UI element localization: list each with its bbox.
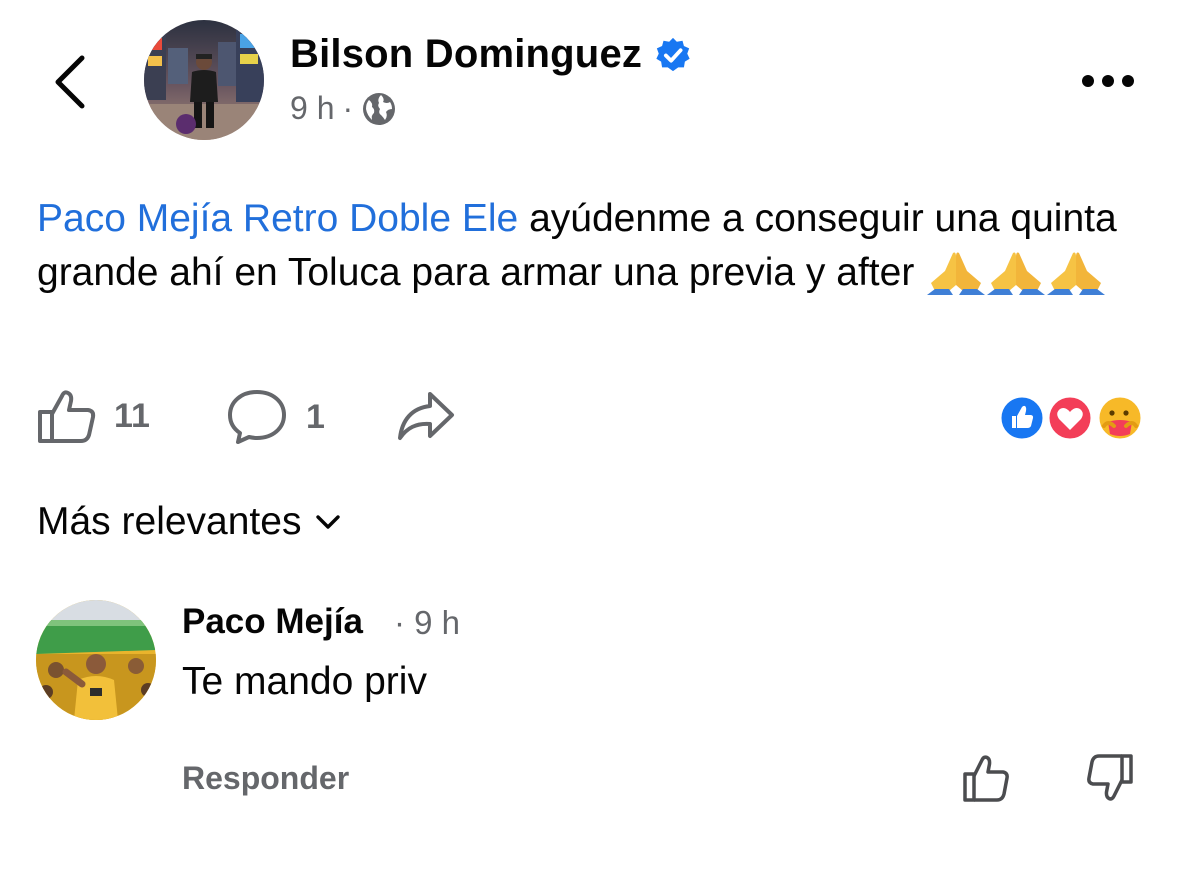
commenter-avatar[interactable] xyxy=(36,600,156,720)
author-name[interactable]: Bilson Dominguez xyxy=(290,32,642,77)
comment-text: Te mando priv xyxy=(182,660,427,703)
praying-hands-icon xyxy=(1047,252,1106,295)
share-arrow-icon xyxy=(398,392,454,440)
author-avatar[interactable] xyxy=(144,20,264,140)
sort-label: Más relevantes xyxy=(37,500,302,543)
comment-bubble-icon xyxy=(228,390,286,444)
post-author[interactable]: Bilson Dominguez xyxy=(290,32,692,77)
sort-dropdown[interactable]: Más relevantes xyxy=(37,500,341,544)
downvote-icon[interactable] xyxy=(1084,752,1134,804)
reactions-summary[interactable] xyxy=(998,394,1144,442)
meta-separator: · xyxy=(342,90,354,126)
chevron-down-icon xyxy=(316,515,341,529)
like-count: 11 xyxy=(114,396,150,435)
commenter-name[interactable]: Paco Mejía xyxy=(182,602,363,642)
more-options-icon[interactable] xyxy=(1080,66,1136,96)
upvote-icon[interactable] xyxy=(962,752,1012,804)
back-arrow-icon[interactable] xyxy=(50,52,90,112)
thumbs-up-icon xyxy=(38,390,96,443)
verified-badge-icon xyxy=(656,37,690,71)
comment-count: 1 xyxy=(306,397,325,436)
like-button[interactable]: 11 xyxy=(36,388,150,444)
praying-hands-icon xyxy=(927,252,986,295)
mention-link[interactable]: Paco Mejía Retro Doble Ele xyxy=(37,197,518,240)
post-text: Paco Mejía Retro Doble Ele ayúdenme a co… xyxy=(37,192,1137,300)
globe-icon xyxy=(363,92,396,125)
comment-time: · 9 h xyxy=(394,604,461,641)
share-button[interactable] xyxy=(396,388,456,444)
comment-button[interactable]: 1 xyxy=(226,388,325,446)
reply-button[interactable]: Responder xyxy=(182,760,349,797)
praying-hands-icon xyxy=(987,252,1046,295)
post-meta: 9 h · xyxy=(290,90,397,127)
post-time[interactable]: 9 h xyxy=(290,90,334,127)
